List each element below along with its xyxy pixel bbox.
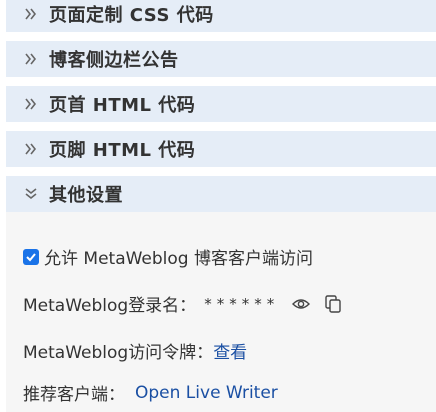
other-settings-panel: 允许 MetaWeblog 博客客户端访问 MetaWeblog登录名： ***… <box>6 212 436 412</box>
metaweblog-login-row: MetaWeblog登录名： ****** <box>23 291 343 316</box>
section-other-settings[interactable]: 其他设置 <box>6 176 436 212</box>
chevron-right-double-icon <box>25 143 37 155</box>
chevron-right-double-icon <box>25 53 37 65</box>
section-header-html[interactable]: 页首 HTML 代码 <box>6 86 436 122</box>
section-title: 页面定制 CSS 代码 <box>49 5 214 26</box>
metaweblog-login-label: MetaWeblog登录名： <box>23 296 197 316</box>
open-live-writer-link[interactable]: Open Live Writer <box>135 383 278 403</box>
metaweblog-login-value: ****** <box>204 294 280 313</box>
metaweblog-enable-label[interactable]: 允许 MetaWeblog 博客客户端访问 <box>44 244 313 269</box>
section-title: 博客侧边栏公告 <box>49 50 179 71</box>
recommended-client-label: 推荐客户端： <box>23 385 125 405</box>
checkmark-icon <box>26 252 36 261</box>
section-sidebar-notice[interactable]: 博客侧边栏公告 <box>6 41 436 77</box>
copy-icon[interactable] <box>323 294 343 314</box>
section-page-css[interactable]: 页面定制 CSS 代码 <box>6 0 436 32</box>
chevron-down-double-icon <box>25 188 37 200</box>
metaweblog-enable-checkbox[interactable] <box>23 248 39 265</box>
chevron-right-double-icon <box>25 8 37 20</box>
view-token-link[interactable]: 查看 <box>213 338 247 363</box>
chevron-right-double-icon <box>25 98 37 110</box>
section-title: 其他设置 <box>49 185 123 206</box>
section-footer-html[interactable]: 页脚 HTML 代码 <box>6 131 436 167</box>
metaweblog-enable-row: 允许 MetaWeblog 博客客户端访问 <box>23 244 313 269</box>
section-title: 页首 HTML 代码 <box>49 95 196 116</box>
metaweblog-token-row: MetaWeblog访问令牌： 查看 <box>23 338 247 363</box>
recommended-client-row: 推荐客户端： Open Live Writer <box>23 380 278 406</box>
metaweblog-token-label: MetaWeblog访问令牌： <box>23 343 214 363</box>
eye-icon[interactable] <box>291 294 311 314</box>
section-title: 页脚 HTML 代码 <box>49 140 196 161</box>
